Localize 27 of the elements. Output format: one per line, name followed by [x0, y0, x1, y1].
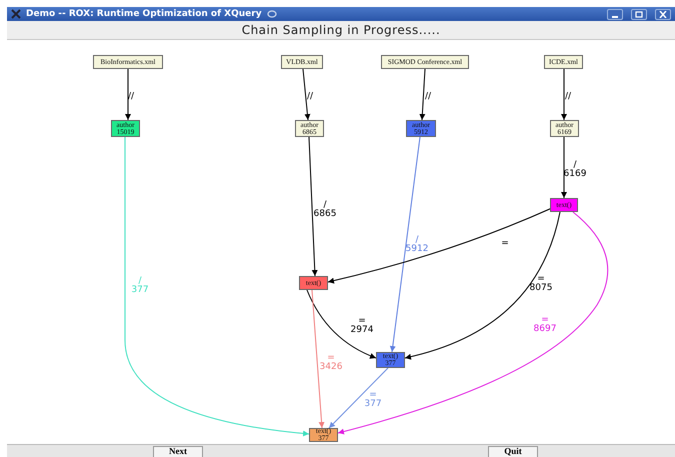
edge-label: / 6865: [314, 201, 336, 219]
minimize-button[interactable]: [607, 8, 623, 20]
edge-label: = 3426: [320, 354, 342, 372]
close-icon: [659, 10, 667, 18]
edge-label: //: [128, 92, 134, 102]
edge-label: //: [424, 92, 432, 102]
maximize-icon: [635, 10, 643, 18]
edge-label: / 6169: [564, 161, 586, 179]
dialog-button[interactable]: Next: [153, 446, 203, 457]
edge-label: / 5912: [406, 236, 428, 254]
swirl-icon: [266, 10, 277, 18]
edge-label: / 377: [131, 277, 149, 295]
close-button[interactable]: [655, 8, 671, 20]
maximize-button[interactable]: [631, 8, 647, 20]
edge-label: =: [501, 240, 509, 248]
edge-label: = 2974: [350, 317, 374, 335]
edge-arrow: [561, 68, 567, 120]
edge-label: = 8697: [534, 316, 556, 334]
edge-arrow: [419, 68, 426, 120]
edge-label: //: [564, 92, 572, 102]
window-title: Demo -- ROX: Runtime Optimization of XQuery: [26, 9, 262, 19]
status-heading: Chain Sampling in Progress.....: [242, 23, 440, 37]
dialog-button[interactable]: Quit: [488, 446, 538, 457]
edge-label: = 8075: [530, 275, 552, 293]
app-icon: [11, 9, 21, 19]
edge-label: = 377: [364, 391, 382, 409]
edge-label: //: [306, 92, 314, 102]
